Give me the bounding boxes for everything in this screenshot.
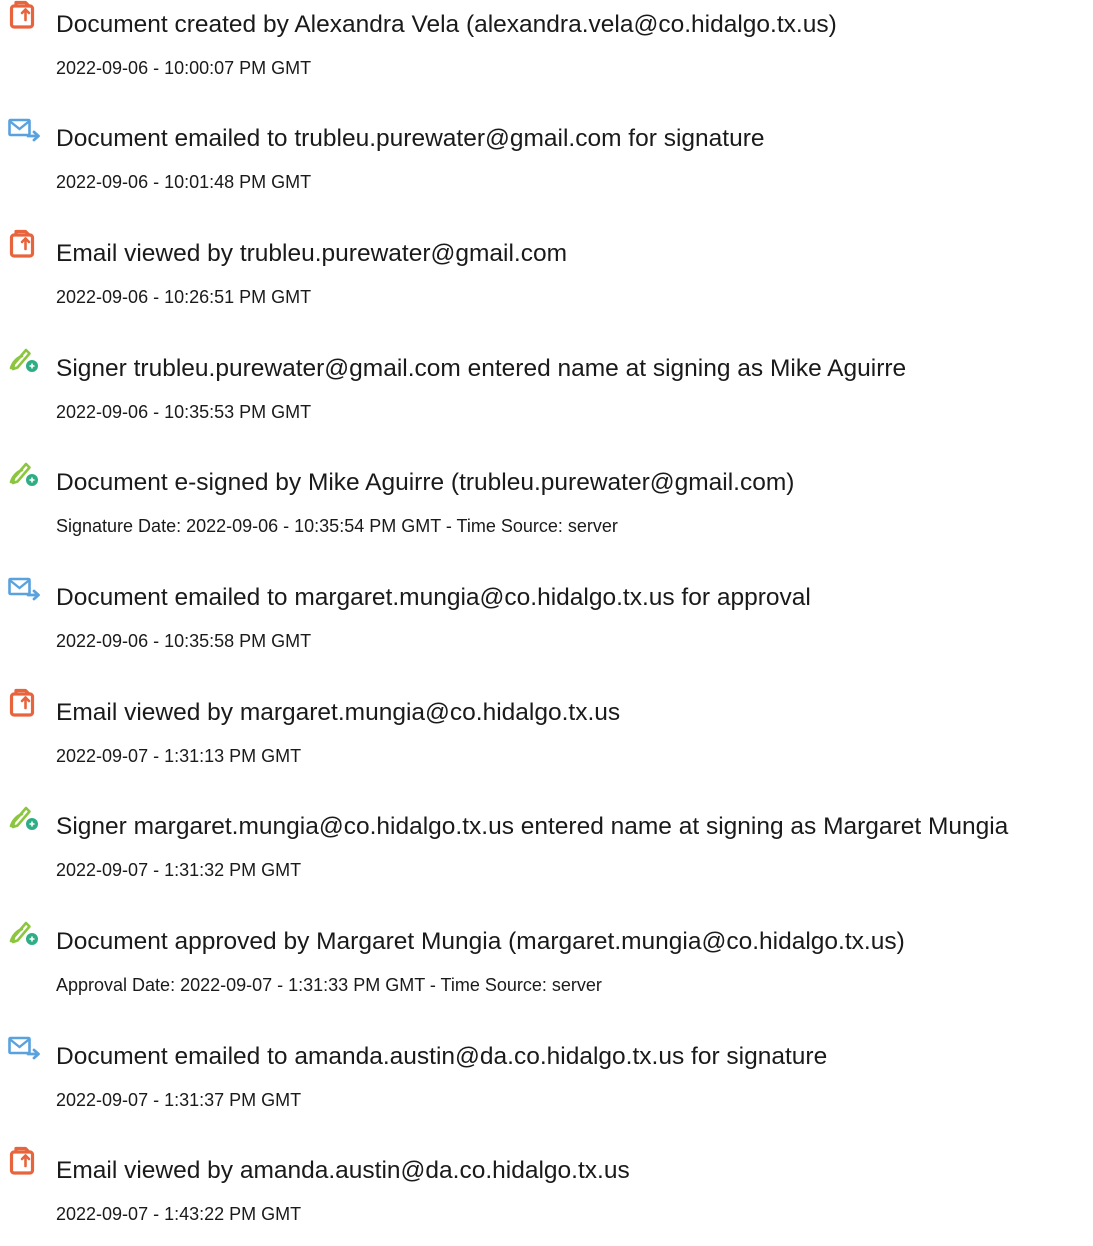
event-timestamp: 2022-09-06 - 10:35:53 PM GMT [56,402,312,422]
event-timestamp: 2022-09-07 - 1:31:32 PM GMT [56,860,302,880]
event-title: Document approved by Margaret Mungia (ma… [56,928,905,955]
audit-event: Signer margaret.mungia@co.hidalgo.tx.us … [0,802,1093,902]
event-title: Signer trubleu.purewater@gmail.com enter… [56,355,907,382]
audit-event: Email viewed by amanda.austin@da.co.hida… [0,1146,1093,1246]
document-icon [8,229,42,259]
event-timestamp: 2022-09-07 - 1:31:37 PM GMT [56,1090,302,1110]
event-title: Email viewed by margaret.mungia@co.hidal… [56,699,621,726]
document-icon [8,0,42,30]
email-send-icon [8,573,42,603]
event-timestamp: 2022-09-06 - 10:01:48 PM GMT [56,172,312,192]
event-timestamp: 2022-09-06 - 10:00:07 PM GMT [56,58,312,78]
event-title: Document emailed to margaret.mungia@co.h… [56,584,811,611]
audit-event: Signer trubleu.purewater@gmail.com enter… [0,344,1093,444]
event-timestamp: 2022-09-06 - 10:26:51 PM GMT [56,287,312,307]
email-send-icon [8,114,42,144]
document-icon [8,1146,42,1176]
event-title: Document emailed to trubleu.purewater@gm… [56,125,765,152]
audit-event: Document created by Alexandra Vela (alex… [0,0,1093,100]
audit-event: Document emailed to amanda.austin@da.co.… [0,1032,1093,1132]
pen-sign-icon [8,917,42,947]
audit-event: Document approved by Margaret Mungia (ma… [0,917,1093,1017]
event-title: Email viewed by amanda.austin@da.co.hida… [56,1157,630,1184]
pen-sign-icon [8,458,42,488]
event-timestamp: 2022-09-06 - 10:35:58 PM GMT [56,631,312,651]
audit-event: Email viewed by trubleu.purewater@gmail.… [0,229,1093,329]
audit-event: Document e-signed by Mike Aguirre (trubl… [0,458,1093,558]
event-approval-date: Approval Date: 2022-09-07 - 1:31:33 PM G… [56,975,602,995]
event-signature-date: Signature Date: 2022-09-06 - 10:35:54 PM… [56,516,618,536]
event-title: Document created by Alexandra Vela (alex… [56,11,837,38]
pen-sign-icon [8,344,42,374]
event-title: Email viewed by trubleu.purewater@gmail.… [56,240,567,267]
event-timestamp: 2022-09-07 - 1:31:13 PM GMT [56,746,302,766]
audit-event: Email viewed by margaret.mungia@co.hidal… [0,688,1093,788]
audit-event: Document emailed to margaret.mungia@co.h… [0,573,1093,673]
email-send-icon [8,1032,42,1062]
event-timestamp: 2022-09-07 - 1:43:22 PM GMT [56,1204,302,1224]
event-title: Document e-signed by Mike Aguirre (trubl… [56,469,795,496]
event-title: Signer margaret.mungia@co.hidalgo.tx.us … [56,813,1009,840]
event-title: Document emailed to amanda.austin@da.co.… [56,1043,828,1070]
document-icon [8,688,42,718]
pen-sign-icon [8,802,42,832]
audit-event: Document emailed to trubleu.purewater@gm… [0,114,1093,214]
